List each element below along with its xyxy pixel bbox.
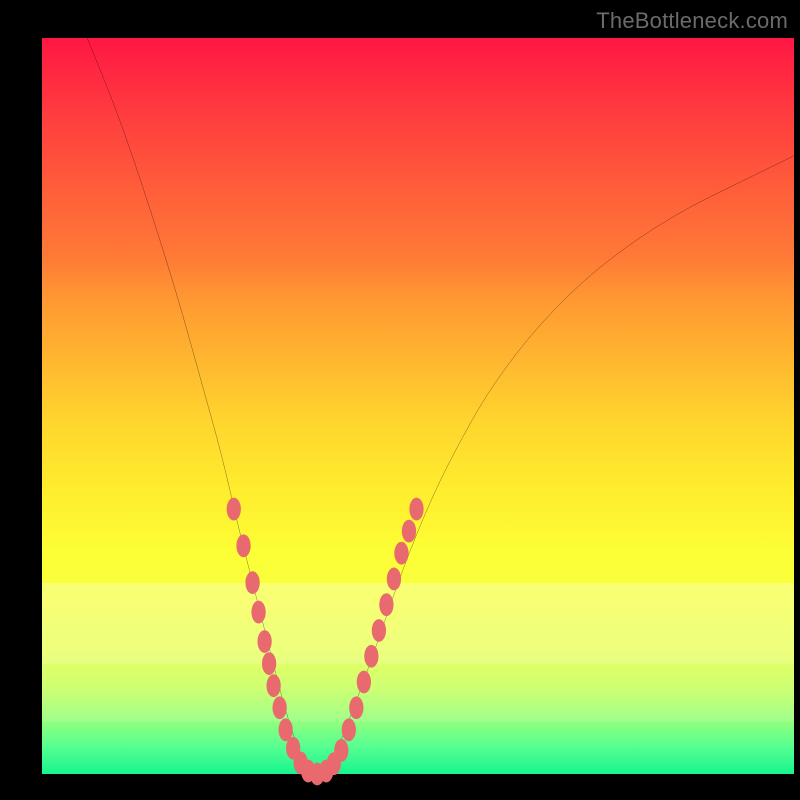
marker-dot xyxy=(349,696,363,719)
marker-dot xyxy=(266,674,280,697)
marker-dot xyxy=(372,619,386,642)
marker-dot xyxy=(409,498,423,521)
marker-dot xyxy=(402,520,416,543)
bottleneck-curve xyxy=(87,38,794,772)
chart-frame: TheBottleneck.com xyxy=(0,0,800,800)
marker-dot xyxy=(357,671,371,694)
plot-area xyxy=(42,38,794,774)
marker-dot xyxy=(334,739,348,762)
marker-dot xyxy=(272,696,286,719)
marker-dot xyxy=(387,568,401,591)
marker-dot xyxy=(227,498,241,521)
marker-dot xyxy=(251,601,265,624)
watermark-text: TheBottleneck.com xyxy=(596,8,788,34)
marker-dot xyxy=(342,718,356,741)
marker-dot xyxy=(394,542,408,565)
chart-svg xyxy=(42,38,794,774)
marker-dot xyxy=(262,652,276,675)
marker-dot xyxy=(236,534,250,557)
marker-dot xyxy=(364,645,378,668)
marker-dot xyxy=(245,571,259,594)
marker-dot xyxy=(257,630,271,653)
marker-dot xyxy=(379,593,393,616)
highlight-dots xyxy=(227,498,424,786)
